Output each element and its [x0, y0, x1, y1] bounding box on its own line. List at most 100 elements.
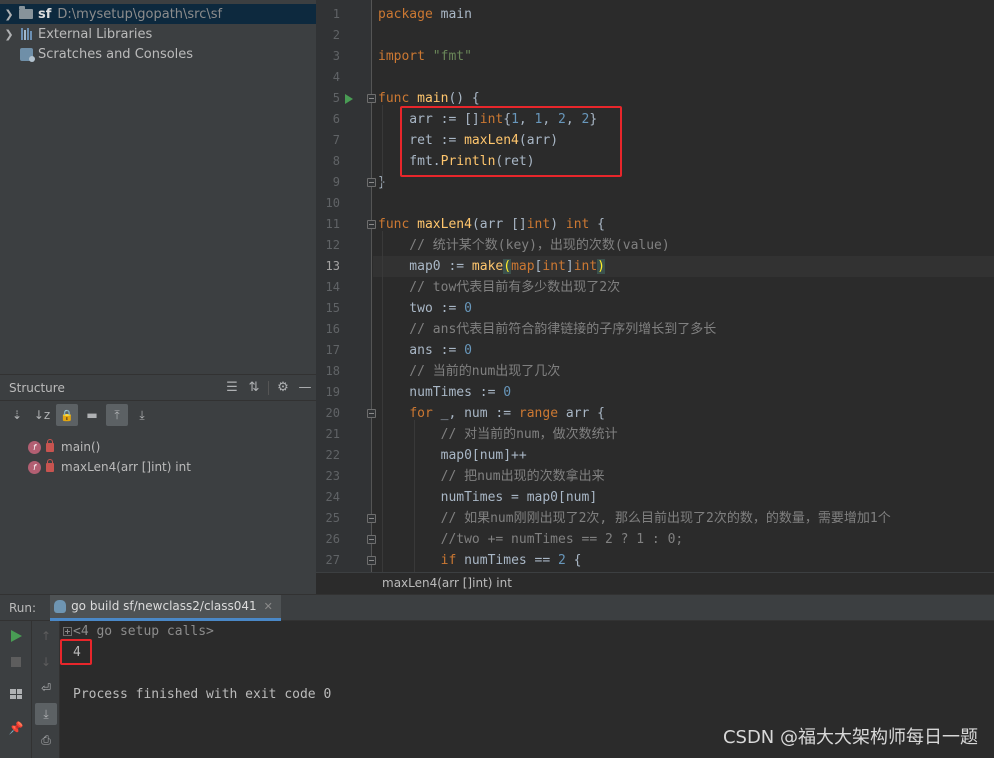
indent-guide [414, 420, 415, 572]
scroll-to-end-icon[interactable]: ⤓ [35, 703, 57, 725]
code-line[interactable]: // ans代表目前符合韵律链接的子序列增长到了多长 [373, 319, 994, 340]
collapse-all-icon[interactable]: ⇅ [243, 379, 265, 397]
sort-by-visibility-icon[interactable]: ⇣ [6, 404, 28, 426]
code-token: main [440, 7, 472, 22]
structure-item-main[interactable]: f main() [0, 437, 316, 457]
show-fields-icon[interactable]: ▬ [81, 404, 103, 426]
code-token: ret := [378, 133, 465, 148]
gutter-line: 20 [316, 403, 376, 424]
gutter-line: 13 [316, 256, 372, 277]
gear-icon[interactable]: ⚙ [272, 379, 294, 397]
code-token: { [589, 217, 606, 232]
code-line[interactable]: // 把num出现的次数拿出来 [373, 466, 994, 487]
line-number: 25 [325, 511, 340, 525]
code-line[interactable]: import "fmt" [373, 46, 994, 67]
code-line[interactable]: // 当前的num出现了几次 [373, 361, 994, 382]
code-editor[interactable]: 1 2 3 4 5 6 7 8 9 10 11 12 13 14 15 16 17 18 19 20 21 22 23 24 2… [316, 0, 994, 572]
expand-all-icon[interactable]: ☰ [221, 379, 243, 397]
code-token: // 把num出现的次数拿出来 [378, 469, 605, 484]
structure-title: Structure [9, 380, 65, 395]
code-line[interactable]: func maxLen4(arr []int) int { [373, 214, 994, 235]
print-icon[interactable]: ⎙ [35, 729, 57, 751]
code-token: arr { [565, 406, 606, 421]
sort-alphabetically-icon[interactable]: ↓z [31, 404, 53, 426]
code-token: // 如果num刚刚出现了2次, 那么目前出现了2次的数，的数量，需要增加1个 [378, 511, 891, 526]
code-line[interactable]: func main() { [373, 88, 994, 109]
gutter-line: 9 [316, 172, 376, 193]
pin-icon[interactable]: 📌 [5, 717, 27, 739]
rerun-icon[interactable] [5, 625, 27, 647]
code-line[interactable]: if numTimes == 2 { [373, 550, 994, 571]
line-number: 21 [325, 427, 340, 441]
folder-icon [18, 6, 34, 21]
code-line[interactable]: numTimes = map0[num] [373, 487, 994, 508]
code-line[interactable]: //two += numTimes == 2 ? 1 : 0; [373, 529, 994, 550]
console-output-line: 4 [73, 645, 81, 660]
code-line[interactable] [373, 67, 994, 88]
code-line[interactable]: map0[num]++ [373, 445, 994, 466]
code-line[interactable]: ret := maxLen4(arr) [373, 130, 994, 151]
close-icon[interactable]: ✕ [264, 600, 273, 613]
code-token: { [565, 553, 582, 568]
expand-plus-icon[interactable] [63, 627, 72, 636]
line-number: 26 [325, 532, 340, 546]
project-item-external-libraries[interactable]: ❯ External Libraries [0, 24, 316, 44]
project-item-scratches[interactable]: Scratches and Consoles [0, 44, 316, 64]
run-gutter-icon[interactable] [345, 94, 353, 104]
code-token: // 当前的num出现了几次 [378, 364, 561, 379]
code-token: // tow代表目前有多少数出现了2次 [378, 280, 621, 295]
gutter-line: 27 [316, 550, 376, 571]
code-line[interactable]: // tow代表目前有多少数出现了2次 [373, 277, 994, 298]
code-token: int [526, 217, 551, 232]
code-token: int [565, 217, 590, 232]
up-arrow-icon[interactable]: ↑ [35, 625, 57, 647]
line-number: 12 [325, 238, 340, 252]
code-line[interactable]: arr := []int{1, 1, 2, 2} [373, 109, 994, 130]
code-line[interactable]: // 如果num刚刚出现了2次, 那么目前出现了2次的数，的数量，需要增加1个 [373, 508, 994, 529]
chevron-right-icon[interactable]: ❯ [0, 8, 18, 21]
code-line[interactable]: two := 0 [373, 298, 994, 319]
line-number: 5 [332, 91, 340, 105]
soft-wrap-icon[interactable]: ⏎ [35, 677, 57, 699]
go-gopher-icon [54, 599, 67, 613]
chevron-right-icon[interactable]: ❯ [0, 28, 18, 41]
gutter-line: 26 [316, 529, 376, 550]
gutter-line: 4 [316, 67, 372, 88]
code-line[interactable]: // 统计某个数(key)，出现的次数(value) [373, 235, 994, 256]
code-line[interactable]: package main [373, 4, 994, 25]
code-line[interactable] [373, 193, 994, 214]
project-item-sf[interactable]: ❯ sf D:\mysetup\gopath\src\sf [0, 4, 316, 24]
code-line[interactable]: map0 := make(map[int]int) [373, 256, 994, 277]
autoscroll-to-source-icon[interactable]: ⤒ [106, 404, 128, 426]
line-number: 17 [325, 343, 340, 357]
code-token: numTimes == [464, 553, 559, 568]
gutter-line: 25 [316, 508, 376, 529]
gutter-line: 21 [316, 424, 372, 445]
code-line[interactable]: ans := 0 [373, 340, 994, 361]
line-number: 13 [325, 259, 340, 273]
code-line[interactable]: // 对当前的num，做次数统计 [373, 424, 994, 445]
console-setup-calls[interactable]: <4 go setup calls> [63, 623, 214, 641]
editor-breadcrumb[interactable]: maxLen4(arr []int) int [316, 572, 994, 594]
code-line[interactable]: numTimes := 0 [373, 382, 994, 403]
hide-icon[interactable]: — [294, 379, 316, 397]
stop-icon[interactable] [5, 651, 27, 673]
show-non-public-icon[interactable]: 🔒 [56, 404, 78, 426]
run-toolbar-secondary: ↑ ↓ ⏎ ⤓ ⎙ [32, 621, 60, 758]
structure-item-maxlen4[interactable]: f maxLen4(arr []int) int [0, 457, 316, 477]
run-config-tab[interactable]: go build sf/newclass2/class041 ✕ [50, 594, 281, 621]
code-token: two := [378, 301, 465, 316]
code-line[interactable] [373, 25, 994, 46]
code-line[interactable]: } [373, 172, 994, 193]
autoscroll-from-source-icon[interactable]: ⤓ [131, 404, 153, 426]
line-number: 1 [332, 7, 340, 21]
down-arrow-icon[interactable]: ↓ [35, 651, 57, 673]
code-token: , [565, 112, 582, 127]
code-line[interactable]: fmt.Println(ret) [373, 151, 994, 172]
gutter-line: 1 [316, 4, 372, 25]
layout-icon[interactable] [5, 683, 27, 705]
code-line[interactable]: for _, num := range arr { [373, 403, 994, 424]
gutter-line: 5 [316, 88, 376, 109]
line-number: 27 [325, 553, 340, 567]
